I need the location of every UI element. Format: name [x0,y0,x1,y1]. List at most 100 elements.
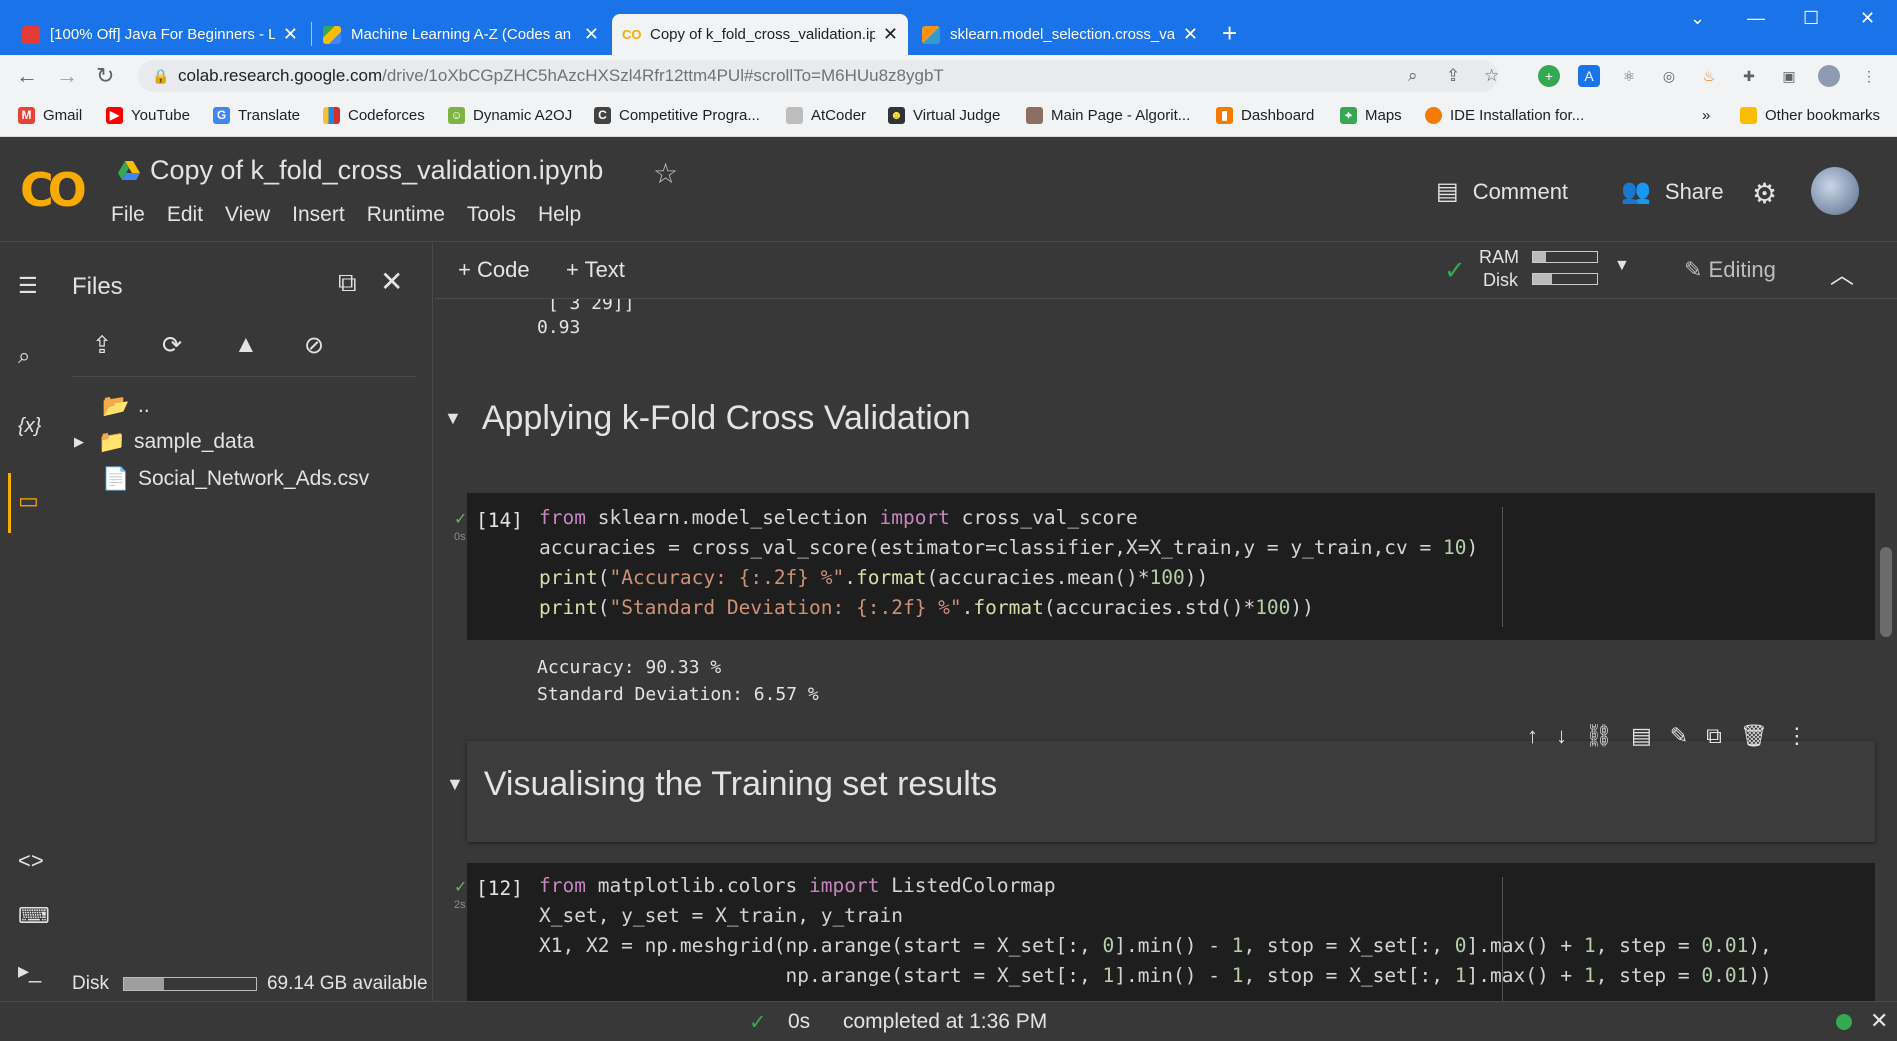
tab-sklearn-docs[interactable]: sklearn.model_selection.cross_val ✕ [912,14,1208,55]
collapse-section-icon[interactable]: ▼ [446,774,464,795]
close-tab-icon[interactable]: ✕ [584,24,599,45]
zoom-icon[interactable]: ⌕ [1408,60,1418,92]
execution-count[interactable]: [14] [476,509,523,532]
mount-drive-icon[interactable]: ▲ [234,331,258,359]
address-bar[interactable]: 🔒 colab.research.google.com/drive/1oXbCG… [138,60,1499,92]
bookmark-atcoder[interactable]: AtCoder [786,107,866,124]
menu-file[interactable]: File [111,203,145,227]
tab-colab-notebook[interactable]: CO Copy of k_fold_cross_validation.ip ✕ [612,14,908,55]
close-tab-icon[interactable]: ✕ [883,24,898,45]
other-bookmarks[interactable]: Other bookmarks [1740,107,1880,124]
bookmark-a2oj[interactable]: ☺ Dynamic A2OJ [448,107,572,124]
more-actions-icon[interactable]: ⋮ [1786,723,1808,749]
code-cell-14[interactable]: ✓ 0s [14] from sklearn.model_selection i… [454,493,1875,640]
tab-machine-learning[interactable]: Machine Learning A-Z (Codes an ✕ [313,14,609,55]
reload-icon[interactable]: ↻ [96,63,114,89]
maximize-button[interactable]: ☐ [1803,8,1819,29]
collapse-header-icon[interactable]: ︿ [1830,255,1854,290]
extension-translate-icon[interactable]: A [1578,65,1600,87]
mirror-cell-icon[interactable]: ⧉ [1706,723,1722,749]
tab-search-icon[interactable]: ⌄ [1690,8,1705,29]
editing-mode-button[interactable]: ✎ Editing [1684,257,1776,283]
terminal-icon[interactable]: ▸_ [18,958,41,984]
refresh-folder-icon[interactable]: ⟳ [162,331,182,360]
hide-files-icon[interactable]: ⊘ [304,331,324,360]
close-panel-icon[interactable]: ✕ [380,265,403,298]
move-cell-up-icon[interactable]: ↑ [1527,723,1538,749]
extension-target-icon[interactable]: ◎ [1658,65,1680,87]
code-cell-12[interactable]: ✓ 2s [12] from matplotlib.colors import … [454,863,1875,1001]
bookmark-star-icon[interactable]: ☆ [1484,60,1499,92]
add-text-button[interactable]: + Text [566,257,625,283]
bookmark-virtual-judge[interactable]: ☻ Virtual Judge [888,107,1000,124]
extension-flame-icon[interactable]: ♨ [1698,65,1720,87]
link-to-cell-icon[interactable]: ⛓ [1585,723,1613,749]
close-tab-icon[interactable]: ✕ [283,24,298,45]
variables-icon[interactable]: {x} [18,415,41,438]
open-in-tab-icon[interactable]: ⧉ [338,267,357,299]
code-editor[interactable]: from sklearn.model_selection import cros… [539,503,1478,623]
extension-plus-icon[interactable]: + [1538,65,1560,87]
forward-arrow-icon[interactable]: → [56,63,78,89]
bookmark-maps[interactable]: ⌖ Maps [1340,107,1402,124]
account-avatar[interactable] [1811,167,1859,215]
bookmark-codeforces[interactable]: Codeforces [323,107,425,124]
minimize-button[interactable]: — [1747,8,1765,29]
text-cell-visualising[interactable]: ▼ Visualising the Training set results [446,741,1875,842]
status-completed[interactable]: completed at 1:36 PM [843,1010,1047,1034]
share-page-icon[interactable]: ⇪ [1446,60,1460,92]
menu-tools[interactable]: Tools [467,203,516,227]
bookmark-gmail[interactable]: M Gmail [18,107,82,124]
upload-file-icon[interactable]: ⇪ [92,331,112,360]
section-heading-kfold: ▼ Applying k-Fold Cross Validation [444,399,971,437]
file-row-parent[interactable]: 📂.. [102,393,150,419]
file-row-sample-data[interactable]: ▶ 📁 sample_data [74,429,254,455]
file-row-csv[interactable]: 📄 Social_Network_Ads.csv [102,466,369,492]
comment-button[interactable]: ▤ Comment [1436,177,1568,206]
close-window-button[interactable]: ✕ [1860,8,1875,29]
bookmark-competitive-programming[interactable]: C Competitive Progra... [594,107,760,124]
menu-insert[interactable]: Insert [292,203,345,227]
colab-logo[interactable]: CO [20,163,87,217]
bookmark-ide-installation[interactable]: IDE Installation for... [1425,107,1584,124]
side-panel-icon[interactable]: ▣ [1778,65,1800,87]
tab-java-course[interactable]: [100% Off] Java For Beginners - L ✕ [12,14,308,55]
close-status-icon[interactable]: ✕ [1870,1008,1888,1034]
settings-button[interactable]: ⚙ [1752,177,1791,210]
bookmark-dashboard[interactable]: ▮ Dashboard [1216,107,1314,124]
command-palette-icon[interactable]: ⌨ [18,903,50,929]
extensions-puzzle-icon[interactable]: ✚ [1738,65,1760,87]
files-folder-icon[interactable]: ▭ [18,488,39,514]
bookmark-algorithms[interactable]: Main Page - Algorit... [1026,107,1190,124]
add-code-button[interactable]: + Code [458,257,530,283]
star-notebook-icon[interactable]: ☆ [653,157,678,190]
notebook-scrollbar[interactable] [1880,547,1892,637]
menu-edit[interactable]: Edit [167,203,203,227]
profile-avatar-icon[interactable] [1818,65,1840,87]
menu-view[interactable]: View [225,203,270,227]
close-tab-icon[interactable]: ✕ [1183,24,1198,45]
collapse-section-icon[interactable]: ▼ [444,408,462,429]
delete-cell-icon[interactable]: 🗑 [1740,723,1768,749]
menu-help[interactable]: Help [538,203,581,227]
extension-react-icon[interactable]: ⚛ [1618,65,1640,87]
share-button[interactable]: 👥 Share [1621,177,1724,206]
resource-dropdown-icon[interactable]: ▼ [1614,257,1630,275]
new-tab-button[interactable]: + [1222,18,1237,49]
notebook-title[interactable]: Copy of k_fold_cross_validation.ipynb [118,155,603,186]
chrome-menu-icon[interactable]: ⋮ [1858,65,1880,87]
execution-count[interactable]: [12] [476,877,523,900]
table-of-contents-icon[interactable]: ☰ [18,273,38,299]
expand-chevron-icon[interactable]: ▶ [74,434,84,450]
more-bookmarks-button[interactable]: » [1702,107,1710,124]
move-cell-down-icon[interactable]: ↓ [1556,723,1567,749]
bookmark-translate[interactable]: G Translate [213,107,300,124]
code-editor[interactable]: from matplotlib.colors import ListedColo… [539,871,1772,991]
code-snippets-icon[interactable]: <> [18,848,44,874]
bookmark-youtube[interactable]: ▶ YouTube [106,107,190,124]
edit-cell-icon[interactable]: ✎ [1670,723,1688,749]
menu-runtime[interactable]: Runtime [367,203,445,227]
search-icon[interactable]: ⌕ [18,343,30,369]
add-comment-icon[interactable]: ▤ [1631,723,1652,749]
back-arrow-icon[interactable]: ← [16,63,38,89]
